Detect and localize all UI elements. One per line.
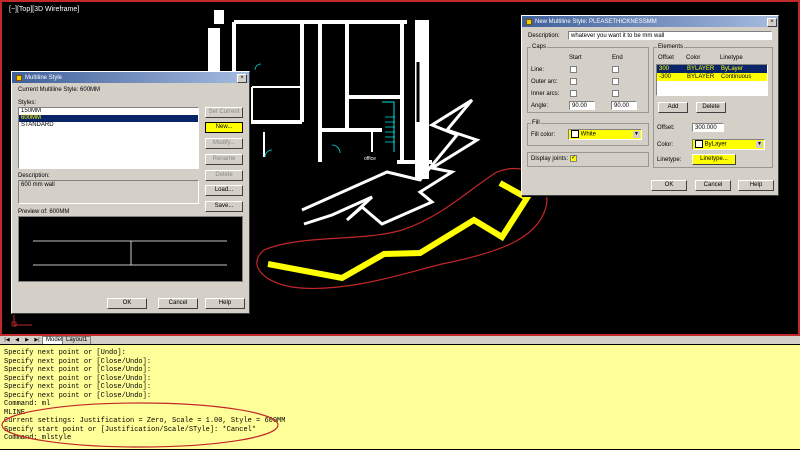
angle-start-input[interactable]: 90.00 bbox=[569, 101, 595, 110]
color-select[interactable]: ByLayer ▼ bbox=[692, 139, 765, 150]
fill-color-select[interactable]: White ▼ bbox=[568, 129, 642, 140]
description-label: Description: bbox=[528, 33, 560, 39]
ok-button[interactable]: OK bbox=[107, 298, 147, 309]
line-end-checkbox[interactable] bbox=[612, 66, 619, 73]
caps-label: Caps bbox=[531, 44, 548, 50]
styles-list[interactable]: 150MM 600MM STANDARD bbox=[18, 107, 199, 169]
set-current-button[interactable]: Set Current bbox=[205, 107, 243, 118]
dialog-title-bar[interactable]: Multiline Style bbox=[12, 72, 249, 83]
first-tab-icon[interactable]: |◀ bbox=[4, 337, 10, 343]
caps-inner-arcs-label: Inner arcs: bbox=[531, 91, 560, 97]
command-history-line: Specify next point or [Close/Undo]: bbox=[4, 366, 152, 374]
chevron-down-icon[interactable]: ▼ bbox=[633, 131, 640, 138]
new-multiline-style-dialog: New Multiline Style: PLEASETHICKNESSMM ×… bbox=[521, 15, 779, 196]
dialog-title-bar[interactable]: New Multiline Style: PLEASETHICKNESSMM bbox=[522, 16, 778, 27]
delete-button[interactable]: Delete bbox=[205, 170, 243, 181]
linetype-label: Linetype: bbox=[657, 157, 682, 163]
element-row[interactable]: 300 BYLAYER ByLayer bbox=[657, 65, 767, 73]
delete-element-button[interactable]: Delete bbox=[696, 102, 726, 113]
display-joints-label: Display joints: bbox=[531, 156, 569, 162]
element-offset: -300 bbox=[659, 74, 672, 80]
preview-label: Preview of: 600MM bbox=[18, 209, 70, 215]
elements-list[interactable]: 300 BYLAYER ByLayer -300 BYLAYER Continu… bbox=[656, 64, 768, 96]
element-row[interactable]: -300 BYLAYER Continuous bbox=[657, 73, 767, 81]
close-icon[interactable]: × bbox=[767, 18, 777, 27]
app-icon bbox=[526, 18, 532, 25]
caps-end-label: End bbox=[612, 55, 623, 61]
command-history-line: Specify next point or [Close/Undo]: bbox=[4, 383, 152, 391]
element-linetype: ByLayer bbox=[721, 66, 744, 72]
command-history-line: Specify next point or [Close/Undo]: bbox=[4, 374, 152, 383]
white-swatch-icon bbox=[571, 130, 579, 138]
description-label: Description: bbox=[18, 173, 50, 179]
room-label: office bbox=[364, 156, 376, 162]
styles-label: Styles: bbox=[18, 100, 37, 106]
linetype-button[interactable]: Linetype... bbox=[692, 154, 736, 165]
line-start-checkbox[interactable] bbox=[570, 66, 577, 73]
element-offset: 300 bbox=[659, 66, 670, 72]
rename-button[interactable]: Rename bbox=[205, 154, 243, 165]
command-line-window[interactable]: Specify next point or [Undo]: Specify ne… bbox=[0, 344, 800, 449]
preview-graphic bbox=[33, 240, 227, 266]
description-box: 600 mm wall bbox=[18, 180, 199, 204]
help-button[interactable]: Help bbox=[738, 180, 774, 191]
modify-button[interactable]: Modify... bbox=[205, 138, 243, 149]
preview-panel bbox=[18, 216, 243, 282]
layout-tabs-bar: |◀ ◀ ▶ ▶| Model Layout1 bbox=[0, 336, 800, 345]
element-linetype: Continuous bbox=[721, 74, 752, 80]
display-joints-checkbox[interactable]: ✓ bbox=[570, 155, 577, 162]
help-button[interactable]: Help bbox=[205, 298, 245, 309]
prev-tab-icon[interactable]: ◀ bbox=[14, 337, 20, 343]
element-color: BYLAYER bbox=[687, 74, 715, 80]
linetype-header: Linetype bbox=[720, 55, 743, 61]
caps-start-label: Start bbox=[569, 55, 582, 61]
multiline-style-dialog: Multiline Style × Current Multiline Styl… bbox=[11, 71, 250, 314]
element-color: BYLAYER bbox=[687, 66, 715, 72]
bylayer-swatch-icon bbox=[695, 140, 703, 148]
angle-label: Angle: bbox=[531, 103, 549, 109]
chevron-down-icon[interactable]: ▼ bbox=[756, 141, 763, 148]
angle-end-input[interactable]: 90.00 bbox=[611, 101, 637, 110]
fill-color-value: White bbox=[580, 131, 597, 138]
outer-arc-end-checkbox[interactable] bbox=[612, 78, 619, 85]
cancel-button[interactable]: Cancel bbox=[695, 180, 731, 191]
offset-input[interactable]: 300.000 bbox=[692, 123, 724, 132]
cancel-button[interactable]: Cancel bbox=[158, 298, 198, 309]
outer-arc-start-checkbox[interactable] bbox=[570, 78, 577, 85]
command-history-line: Specify next point or [Close/Undo]: bbox=[4, 357, 152, 366]
command-history-line: Specify next point or [Undo]: bbox=[4, 349, 126, 357]
description-input[interactable]: whatever you want it to be mm wall bbox=[568, 31, 772, 40]
caps-line-label: Line: bbox=[531, 67, 545, 73]
offset-header: Offset bbox=[658, 55, 674, 61]
fill-color-label: Fill color: bbox=[531, 132, 556, 138]
fill-label: Fill bbox=[531, 120, 541, 126]
load-button[interactable]: Load... bbox=[205, 185, 243, 196]
save-button[interactable]: Save... bbox=[205, 201, 243, 212]
color-header: Color bbox=[686, 55, 701, 61]
inner-arcs-end-checkbox[interactable] bbox=[612, 90, 619, 97]
annotation-ellipse-cmd bbox=[1, 402, 279, 448]
offset-label: Offset: bbox=[657, 125, 675, 131]
add-element-button[interactable]: Add bbox=[658, 102, 688, 113]
inner-arcs-start-checkbox[interactable] bbox=[570, 90, 577, 97]
style-item-600mm[interactable]: 600MM bbox=[19, 115, 198, 122]
caps-outer-arc-label: Outer arc: bbox=[531, 79, 558, 85]
dialog-title: Multiline Style bbox=[25, 74, 63, 81]
viewport-controls-label[interactable]: [−][Top][3D Wireframe] bbox=[9, 6, 79, 13]
multiline-wall bbox=[267, 180, 532, 282]
elements-label: Elements bbox=[657, 44, 685, 50]
close-icon[interactable]: × bbox=[237, 74, 247, 83]
app-icon bbox=[16, 74, 22, 81]
new-button[interactable]: New... bbox=[205, 122, 243, 133]
color-value: ByLayer bbox=[704, 141, 727, 148]
last-tab-icon[interactable]: ▶| bbox=[34, 337, 40, 343]
command-history-line: Specify next point or [Close/Undo]: bbox=[4, 391, 152, 400]
ok-button[interactable]: OK bbox=[651, 180, 687, 191]
style-item-150mm[interactable]: 150MM bbox=[19, 108, 198, 115]
dialog-title: New Multiline Style: PLEASETHICKNESSMM bbox=[535, 18, 657, 25]
current-style-label: Current Multiline Style: 600MM bbox=[18, 87, 101, 93]
style-item-standard[interactable]: STANDARD bbox=[19, 122, 198, 129]
next-tab-icon[interactable]: ▶ bbox=[24, 337, 30, 343]
color-label: Color: bbox=[657, 142, 674, 148]
